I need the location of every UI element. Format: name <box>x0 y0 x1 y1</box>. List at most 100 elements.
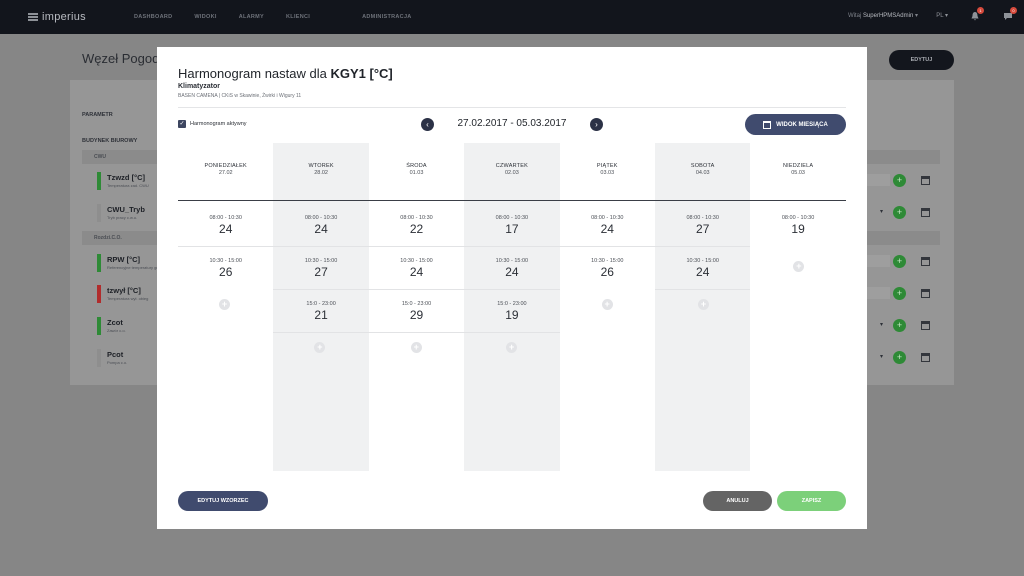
plus-icon[interactable]: + <box>793 261 805 272</box>
schedule-modal: Harmonogram nastaw dla KGY1 [°C] Klimaty… <box>157 47 867 529</box>
schedule-slot[interactable]: 08:00 - 10:30 19 <box>750 205 845 247</box>
plus-icon[interactable]: + <box>893 351 906 364</box>
schedule-slot[interactable]: 08:00 - 10:30 24 <box>178 205 274 247</box>
week-schedule-grid: PONIEDZIAŁEK 27.02 08:00 - 10:30 24 10:3… <box>178 143 846 471</box>
param-status-bar <box>97 317 101 335</box>
arrow-left-icon[interactable]: ‹ <box>421 118 434 131</box>
schedule-slot[interactable]: 08:00 - 10:30 22 <box>368 205 465 247</box>
schedule-slot[interactable]: 15:0 - 23:00 19 <box>464 291 560 333</box>
user-menu[interactable]: Witaj SuperHPMSAdmin ▾ <box>848 12 918 19</box>
app-logo[interactable]: imperius <box>28 11 86 23</box>
modal-title: Harmonogram nastaw dla KGY1 [°C] <box>178 66 393 81</box>
day-date: 05.03 <box>791 170 805 176</box>
nav-klienci[interactable]: KLIENCI <box>286 14 310 20</box>
plus-icon[interactable]: + <box>893 255 906 268</box>
schedule-slot[interactable]: 10:30 - 15:00 26 <box>178 248 273 290</box>
plus-icon[interactable]: + <box>314 342 326 353</box>
page-edit-button[interactable]: EDYTUJ <box>889 50 954 70</box>
day-name: PIĄTEK <box>596 163 618 169</box>
plus-icon[interactable]: + <box>506 342 518 353</box>
slot-value: 24 <box>696 265 710 279</box>
schedule-slot[interactable]: 15:0 - 23:00 21 <box>273 291 369 333</box>
language-select[interactable]: PL ▾ <box>936 12 948 19</box>
plus-icon[interactable]: + <box>410 342 422 353</box>
nav-administracja[interactable]: ADMINISTRACJA <box>362 14 411 20</box>
schedule-slot[interactable]: 15:0 - 23:00 29 <box>368 291 465 333</box>
building-name: BUDYNEK BIUROWY <box>82 138 138 144</box>
schedule-slot[interactable]: 08:00 - 10:30 27 <box>655 205 751 247</box>
schedule-slot[interactable]: 10:30 - 15:00 26 <box>560 248 655 290</box>
schedule-slot[interactable]: 10:30 - 15:00 24 <box>368 248 465 290</box>
logo-text: imperius <box>42 11 86 23</box>
schedule-slot[interactable]: 10:30 - 15:00 24 <box>655 248 751 290</box>
message-badge: 0 <box>1010 7 1017 14</box>
plus-icon[interactable]: + <box>893 287 906 300</box>
day-name: CZWARTEK <box>495 163 528 169</box>
param-value-box[interactable] <box>866 287 890 299</box>
save-button[interactable]: ZAPISZ <box>777 491 846 511</box>
day-column-wednesday: ŚRODA 01.03 08:00 - 10:30 22 10:30 - 15:… <box>368 143 465 471</box>
day-header: PIĄTEK 03.03 <box>560 163 655 176</box>
plus-icon[interactable]: + <box>601 299 613 310</box>
top-navigation: imperius DASHBOARD WIDOKI ALARMY KLIENCI… <box>0 0 1024 34</box>
bell-icon[interactable]: 1 <box>970 7 984 21</box>
day-date: 04.03 <box>695 170 710 176</box>
slot-time: 10:30 - 15:00 <box>304 258 338 264</box>
schedule-slot[interactable]: 08:00 - 10:30 24 <box>559 205 655 247</box>
chevron-down-icon[interactable]: ▾ <box>880 208 883 215</box>
schedule-active-label[interactable]: Harmonogram aktywny <box>190 121 247 127</box>
param-value-box[interactable] <box>866 174 890 186</box>
calendar-icon[interactable] <box>921 353 930 362</box>
slot-value: 19 <box>791 222 805 236</box>
plus-icon[interactable]: + <box>698 299 709 310</box>
slot-value: 21 <box>314 308 328 322</box>
day-name: SOBOTA <box>690 163 715 169</box>
month-view-button[interactable]: WIDOK MIESIĄCA <box>745 114 846 135</box>
day-header: ŚRODA 01.03 <box>369 163 464 176</box>
chevron-down-icon[interactable]: ▾ <box>880 321 883 328</box>
day-column-monday: PONIEDZIAŁEK 27.02 08:00 - 10:30 24 10:3… <box>178 143 274 471</box>
calendar-icon[interactable] <box>921 257 930 266</box>
day-name: ŚRODA <box>406 163 427 169</box>
slot-value: 24 <box>409 265 424 279</box>
slot-time: 10:30 - 15:00 <box>209 258 242 264</box>
calendar-icon[interactable] <box>921 289 930 298</box>
plus-icon[interactable]: + <box>893 206 906 219</box>
schedule-slot[interactable]: 08:00 - 10:30 24 <box>273 205 369 247</box>
page-title: Węzeł Pogodo <box>82 51 167 66</box>
slot-time: 08:00 - 10:30 <box>591 215 624 221</box>
modal-title-prefix: Harmonogram nastaw dla <box>178 66 327 81</box>
param-value-box[interactable] <box>866 255 890 267</box>
nav-widoki[interactable]: WIDOKI <box>194 14 216 20</box>
plus-icon[interactable]: + <box>893 319 906 332</box>
plus-icon[interactable]: + <box>219 299 230 310</box>
edit-template-button[interactable]: EDYTUJ WZORZEC <box>178 491 268 511</box>
schedule-slot[interactable]: 10:30 - 15:00 27 <box>273 248 369 290</box>
chat-icon[interactable]: 0 <box>1003 7 1017 21</box>
day-column-tuesday: WTOREK 28.02 08:00 - 10:30 24 10:30 - 15… <box>273 143 369 471</box>
checkbox-icon[interactable]: ✓ <box>178 120 186 128</box>
slot-value: 19 <box>505 308 519 322</box>
schedule-slot[interactable]: 10:30 - 15:00 24 <box>464 248 560 290</box>
slot-value: 24 <box>600 222 614 236</box>
param-status-bar <box>97 285 101 303</box>
nav-alarmy[interactable]: ALARMY <box>239 14 264 20</box>
cancel-button[interactable]: ANULUJ <box>703 491 772 511</box>
param-status-bar <box>97 204 101 222</box>
schedule-slot[interactable]: 08:00 - 10:30 17 <box>464 205 560 247</box>
calendar-icon[interactable] <box>921 176 930 185</box>
modal-location: BASEN CAMENA | CKiS w Skawinie, Żwirki i… <box>178 93 302 99</box>
chevron-down-icon: ▾ <box>914 13 918 19</box>
param-status-bar <box>97 172 101 190</box>
calendar-icon[interactable] <box>921 321 930 330</box>
param-name: RPW [°C] <box>107 255 140 264</box>
modal-divider <box>178 107 846 108</box>
notification-badge: 1 <box>977 7 984 14</box>
calendar-icon[interactable] <box>921 208 930 217</box>
nav-dashboard[interactable]: DASHBOARD <box>134 14 172 20</box>
arrow-right-icon[interactable]: › <box>590 118 603 131</box>
param-name: tzwył [°C] <box>107 286 141 295</box>
plus-icon[interactable]: + <box>893 174 906 187</box>
day-column-sunday: NIEDZIELA 05.03 08:00 - 10:30 19 + <box>750 143 845 471</box>
chevron-down-icon[interactable]: ▾ <box>880 353 883 360</box>
